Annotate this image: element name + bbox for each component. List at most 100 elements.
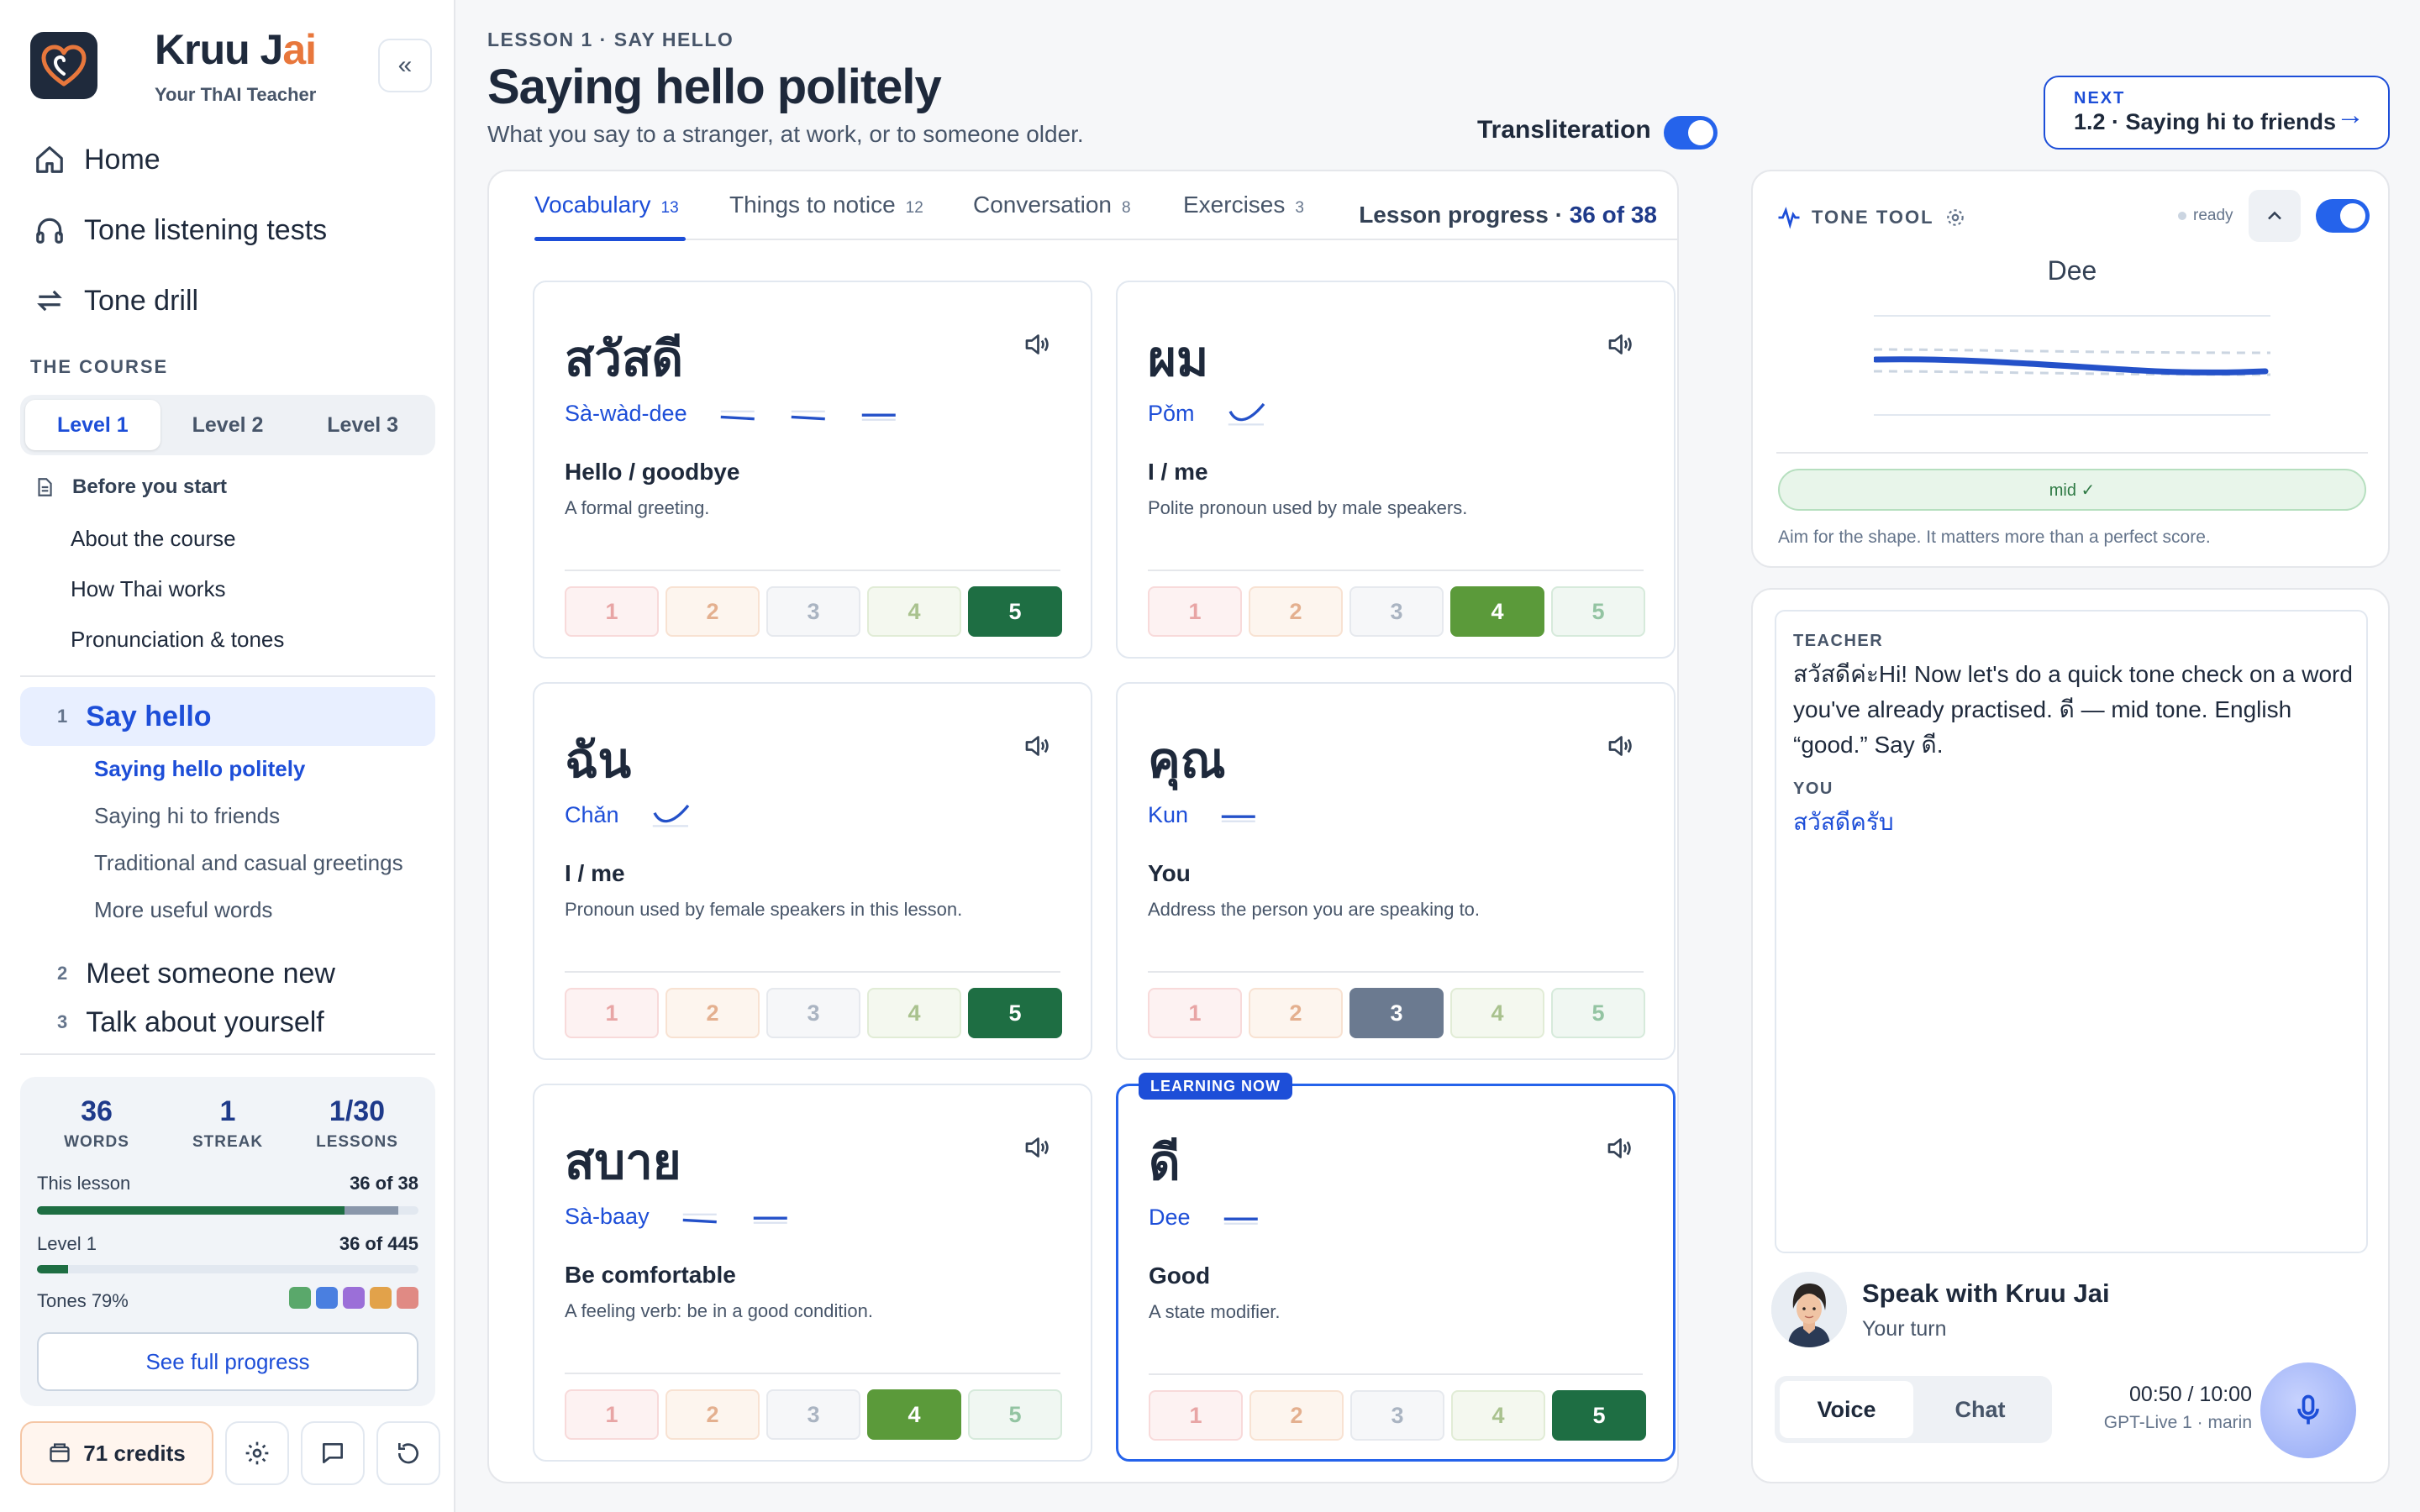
rating-3-button[interactable]: 3 (766, 586, 860, 637)
nav-home[interactable]: Home (34, 134, 160, 185)
mode-chat[interactable]: Chat (1913, 1381, 2047, 1438)
gear-icon (245, 1441, 269, 1465)
rating-1-button[interactable]: 1 (1148, 586, 1242, 637)
vocab-card[interactable]: สวัสดี Sà-wàd-dee Hello / goodbye A formal … (533, 281, 1092, 659)
lesson-3-talk-about-yourself[interactable]: 3 Talk about yourself (20, 1005, 435, 1040)
transliteration-toggle[interactable] (1664, 116, 1718, 150)
before-you-start-section[interactable]: Before you start (34, 475, 227, 499)
tone-contour-icon (791, 410, 825, 421)
play-audio-button[interactable] (1604, 1133, 1634, 1163)
rating-4-button[interactable]: 4 (1450, 586, 1544, 637)
tab-exercises[interactable]: Exercises 3 (1183, 192, 1304, 242)
tone-tool-toggle[interactable] (2316, 199, 2370, 233)
tab-level-1[interactable]: Level 1 (25, 400, 160, 450)
this-lesson-value: 36 of 38 (350, 1173, 418, 1194)
rating-4-button[interactable]: 4 (1451, 1390, 1545, 1441)
rating-5-button[interactable]: 5 (1551, 988, 1645, 1038)
lesson-1-say-hello[interactable]: 1 Say hello (20, 687, 435, 746)
card-divider (1148, 971, 1644, 973)
rating-3-button[interactable]: 3 (766, 1389, 860, 1440)
romanization: Sà-baay (565, 1200, 806, 1233)
play-audio-button[interactable] (1605, 329, 1635, 360)
sublesson-more-useful-words[interactable]: More useful words (94, 897, 272, 923)
rating-5-button[interactable]: 5 (968, 988, 1062, 1038)
collapse-sidebar-button[interactable]: « (378, 39, 432, 92)
nav-tone-drill[interactable]: Tone drill (34, 276, 198, 326)
rating-4-button[interactable]: 4 (867, 586, 961, 637)
mode-voice[interactable]: Voice (1780, 1381, 1913, 1438)
rating-1-button[interactable]: 1 (565, 988, 659, 1038)
toggle-knob (2340, 203, 2365, 228)
sublesson-saying-hi-to-friends[interactable]: Saying hi to friends (94, 803, 280, 829)
rating-3-button[interactable]: 3 (1350, 1390, 1444, 1441)
tone-settings-icon[interactable] (1944, 207, 1966, 228)
microphone-button[interactable] (2260, 1362, 2356, 1458)
sublesson-saying-hello-politely[interactable]: Saying hello politely (94, 756, 305, 782)
rating-1-button[interactable]: 1 (565, 1389, 659, 1440)
tone-status: ready (2178, 207, 2233, 225)
sidebar-item-how-thai-works[interactable]: How Thai works (71, 576, 225, 602)
tab-level-3[interactable]: Level 3 (295, 400, 430, 450)
rating-5-button[interactable]: 5 (968, 586, 1062, 637)
word-description: A formal greeting. (565, 497, 710, 518)
rating-1-button[interactable]: 1 (1148, 988, 1242, 1038)
settings-button[interactable] (225, 1421, 289, 1485)
rating-3-button[interactable]: 3 (1349, 988, 1444, 1038)
tab-label: Vocabulary (534, 192, 651, 218)
tone-swatch (397, 1287, 418, 1309)
vocab-card[interactable]: สบาย Sà-baay Be comfortable A feeling verb:… (533, 1084, 1092, 1462)
vocab-card[interactable]: LEARNING NOW ดี Dee Good A state modifier. 1 2… (1116, 1073, 1676, 1462)
play-audio-button[interactable] (1022, 1132, 1052, 1163)
rating-5-button[interactable]: 5 (1551, 586, 1645, 637)
nav-tone-listening-tests[interactable]: Tone listening tests (34, 205, 327, 255)
rating-2-button[interactable]: 2 (666, 988, 760, 1038)
sidebar-item-about-course[interactable]: About the course (71, 526, 236, 552)
tab-conversation[interactable]: Conversation 8 (973, 192, 1131, 242)
play-audio-button[interactable] (1022, 731, 1052, 761)
rating-4-button[interactable]: 4 (867, 988, 961, 1038)
reset-button[interactable] (376, 1421, 440, 1485)
rating-2-button[interactable]: 2 (666, 586, 760, 637)
feedback-button[interactable] (301, 1421, 365, 1485)
rating-2-button[interactable]: 2 (666, 1389, 760, 1440)
tab-count: 13 (660, 199, 679, 217)
rating-2-button[interactable]: 2 (1249, 586, 1343, 637)
see-full-progress-button[interactable]: See full progress (37, 1332, 418, 1391)
next-lesson-button[interactable]: NEXT 1.2 · Saying hi to friends → (2044, 76, 2390, 150)
rating-5-button[interactable]: 5 (968, 1389, 1062, 1440)
divider (20, 1053, 435, 1055)
rating-2-button[interactable]: 2 (1249, 1390, 1344, 1441)
vocab-card[interactable]: ฉัน Chǎn I / me Pronoun used by female spea… (533, 682, 1092, 1060)
lesson-2-meet-someone-new[interactable]: 2 Meet someone new (20, 944, 435, 1003)
conversation-panel: TEACHER สวัสดีค่ะHi! Now let's do a quic… (1751, 588, 2390, 1483)
credits-button[interactable]: 71 credits (20, 1421, 213, 1485)
collapse-tone-tool-button[interactable] (2249, 190, 2301, 242)
rating-4-button[interactable]: 4 (867, 1389, 961, 1440)
vocab-card[interactable]: คุณ Kun You Address the person you are spea… (1116, 682, 1676, 1060)
rating-3-button[interactable]: 3 (1349, 586, 1444, 637)
vocab-card[interactable]: ผม Pǒm I / me Polite pronoun used by male s… (1116, 281, 1676, 659)
rating-1-button[interactable]: 1 (1149, 1390, 1243, 1441)
waveform-icon (1778, 207, 1800, 229)
lesson-progress: Lesson progress · 36 of 38 (1359, 202, 1657, 228)
rating-1-button[interactable]: 1 (565, 586, 659, 637)
tab-level-2[interactable]: Level 2 (160, 400, 296, 450)
nav-tone-listening-label: Tone listening tests (84, 213, 328, 246)
rating-2-button[interactable]: 2 (1249, 988, 1343, 1038)
tab-vocabulary[interactable]: Vocabulary 13 (534, 192, 679, 242)
status-dot (2178, 212, 2186, 220)
rating-3-button[interactable]: 3 (766, 988, 860, 1038)
rating-5-button[interactable]: 5 (1552, 1390, 1646, 1441)
play-audio-button[interactable] (1022, 329, 1052, 360)
app-logo[interactable] (30, 32, 97, 99)
tone-contour-icon (753, 1216, 787, 1224)
word-meaning: You (1148, 860, 1191, 886)
rating-4-button[interactable]: 4 (1450, 988, 1544, 1038)
sidebar-item-pronunciation-tones[interactable]: Pronunciation & tones (71, 627, 284, 653)
tone-contour-icon (861, 413, 896, 421)
tab-things-to-notice[interactable]: Things to notice 12 (729, 192, 923, 242)
sublesson-traditional-casual-greetings[interactable]: Traditional and casual greetings (94, 850, 403, 876)
word-description: A feeling verb: be in a good condition. (565, 1300, 873, 1321)
tone-marks (1207, 798, 1274, 832)
play-audio-button[interactable] (1605, 731, 1635, 761)
